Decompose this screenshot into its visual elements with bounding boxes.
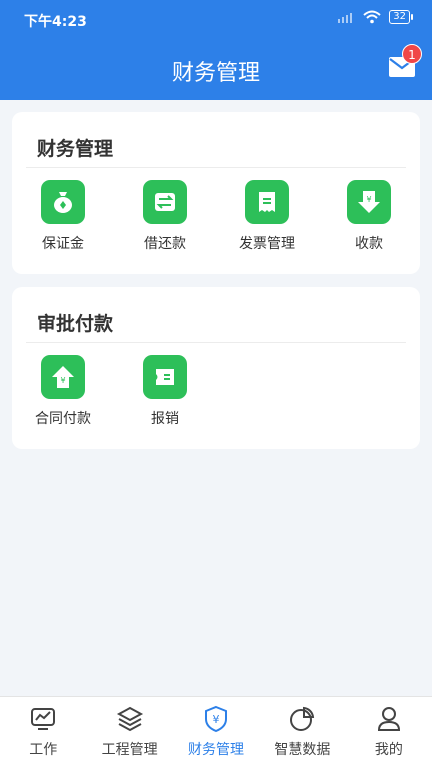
exchange-icon xyxy=(143,180,187,224)
status-time: 下午4:23 xyxy=(24,14,87,30)
cell-label: 报销 xyxy=(151,411,179,427)
cell-label: 借还款 xyxy=(144,236,186,252)
reimburse-button[interactable]: 报销 xyxy=(114,355,216,428)
money-bag-icon xyxy=(41,180,85,224)
contract-payment-button[interactable]: ¥ 合同付款 xyxy=(12,355,114,428)
finance-section-card: 财务管理 保证金 借还款 发票管理 ¥ 收款 xyxy=(12,112,420,274)
svg-text:¥: ¥ xyxy=(366,195,371,204)
tab-work[interactable]: 工作 xyxy=(0,697,86,768)
tab-label: 工程管理 xyxy=(101,742,158,758)
deposit-button[interactable]: 保证金 xyxy=(12,180,114,253)
tab-engineering[interactable]: 工程管理 xyxy=(86,697,172,768)
tab-mine[interactable]: 我的 xyxy=(346,697,432,768)
svg-text:¥: ¥ xyxy=(60,376,65,385)
approval-section-card: 审批付款 ¥ 合同付款 报销 xyxy=(12,287,420,449)
cell-label: 合同付款 xyxy=(35,411,91,427)
cell-label: 保证金 xyxy=(42,236,84,252)
tab-label: 财务管理 xyxy=(188,742,245,758)
cell-label: 发票管理 xyxy=(239,236,295,252)
page-title: 财务管理 xyxy=(171,61,260,86)
status-bar: 下午4:23 32 xyxy=(0,0,432,36)
battery-level: 32 xyxy=(389,10,413,24)
yuan-shield-icon: ¥ xyxy=(205,705,228,733)
tab-finance[interactable]: ¥ 财务管理 xyxy=(173,697,259,768)
section-title: 审批付款 xyxy=(37,313,114,335)
invoice-icon xyxy=(245,180,289,224)
receive-payment-button[interactable]: ¥ 收款 xyxy=(318,180,420,253)
finance-grid: 保证金 借还款 发票管理 ¥ 收款 xyxy=(12,180,420,253)
app-header: 财务管理 1 xyxy=(0,36,432,100)
svg-text:¥: ¥ xyxy=(213,713,220,726)
divider xyxy=(26,167,406,168)
bottom-tab-bar: 工作 工程管理 ¥ 财务管理 智慧数据 我的 xyxy=(0,696,432,768)
approval-grid: ¥ 合同付款 报销 xyxy=(12,355,420,428)
receive-payment-icon: ¥ xyxy=(347,180,391,224)
pie-chart-icon xyxy=(290,706,315,731)
signal-icon xyxy=(338,13,353,23)
user-icon xyxy=(377,707,400,731)
cell-label: 收款 xyxy=(355,236,383,252)
layers-icon xyxy=(116,706,143,732)
tab-label: 我的 xyxy=(374,742,403,758)
tab-label: 工作 xyxy=(29,742,58,758)
tab-smart-data[interactable]: 智慧数据 xyxy=(259,697,345,768)
contract-payment-icon: ¥ xyxy=(41,355,85,399)
section-title: 财务管理 xyxy=(37,138,114,160)
wifi-icon xyxy=(363,10,381,24)
loan-repay-button[interactable]: 借还款 xyxy=(114,180,216,253)
invoice-management-button[interactable]: 发票管理 xyxy=(216,180,318,253)
tab-label: 智慧数据 xyxy=(274,742,331,758)
divider xyxy=(26,342,406,343)
chart-monitor-icon xyxy=(31,708,56,730)
status-icons: 32 xyxy=(337,10,413,24)
reimburse-icon xyxy=(143,355,187,399)
notification-badge: 1 xyxy=(402,44,422,64)
mail-button[interactable]: 1 xyxy=(388,44,422,78)
